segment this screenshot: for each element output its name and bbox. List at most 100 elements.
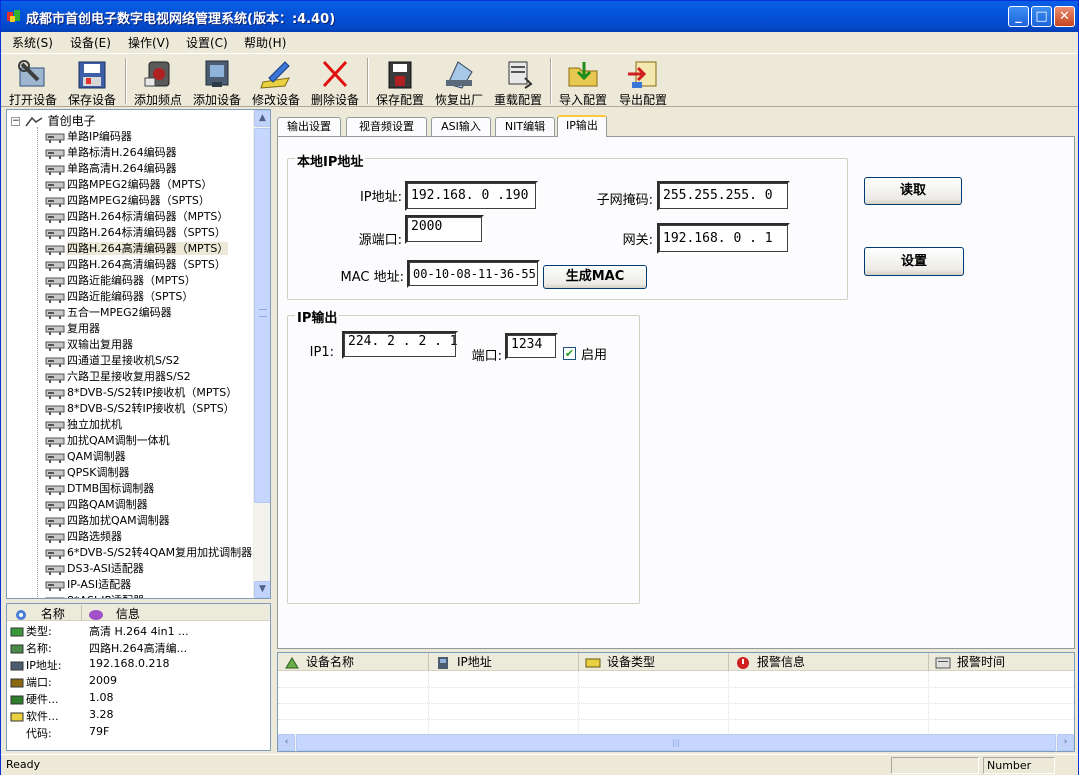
tree-item[interactable]: 四路H.264高清编码器（MPTS） [45, 240, 229, 256]
tree-item[interactable]: 单路高清H.264编码器 [45, 160, 177, 176]
ip1-input[interactable]: 224. 2 . 2 . 1 [342, 331, 458, 359]
grid-line [278, 719, 1074, 720]
set-button[interactable]: 设置 [864, 247, 964, 276]
tree-item[interactable]: 6*DVB-S/S2转4QAM复用加扰调制器 [45, 544, 252, 560]
tab-ip-output[interactable]: IP输出 [557, 115, 607, 137]
alarm-col-alarm-time[interactable]: 报警时间 [929, 653, 1074, 671]
import-config-button[interactable]: 导入配置 [555, 56, 611, 107]
subnet-mask-input[interactable]: 255.255.255. 0 [657, 181, 790, 211]
tree-item[interactable]: QPSK调制器 [45, 464, 130, 480]
tree-vertical-scrollbar[interactable]: ▲ ▼ [253, 110, 270, 598]
tree-item[interactable]: 8*DVB-S/S2转IP接收机（SPTS） [45, 400, 235, 416]
add-frequency-button[interactable]: 添加频点 [130, 56, 186, 107]
tab-output-settings[interactable]: 输出设置 [277, 117, 341, 136]
tree-root[interactable]: − 首创电子 [11, 112, 96, 128]
tree-item[interactable]: 六路卫星接收复用器S/S2 [45, 368, 191, 384]
add-device-button[interactable]: 添加设备 [188, 56, 246, 107]
tree-item[interactable]: 四路近能编码器（SPTS） [45, 288, 193, 304]
info-key: 类型: [9, 623, 89, 639]
tree-item-label: 8*DVB-S/S2转IP接收机（MPTS） [67, 386, 238, 399]
close-button[interactable]: ✕ [1054, 6, 1075, 27]
ip-address-input[interactable]: 192.168. 0 .190 [405, 181, 538, 211]
hardware-icon [10, 695, 24, 705]
menu-settings[interactable]: 设置(C) [186, 34, 228, 51]
mac-address-input[interactable]: 00-10-08-11-36-55 [407, 260, 540, 288]
tree-item[interactable]: 双输出复用器 [45, 336, 133, 352]
edit-device-icon [260, 61, 290, 89]
alarm-col-alarm-info-label: 报警信息 [757, 655, 806, 669]
tree-item[interactable]: 四路选频器 [45, 528, 122, 544]
reload-config-icon [508, 61, 533, 89]
reload-config-button[interactable]: 重载配置 [490, 56, 546, 107]
collapse-icon[interactable]: − [11, 117, 20, 126]
alarm-header: 设备名称 IP地址 设备类型 报警信息 报警时间 [278, 653, 1074, 671]
save-config-button[interactable]: 保存配置 [372, 56, 428, 107]
save-device-button[interactable]: 保存设备 [64, 56, 120, 107]
tab-video-audio-settings[interactable]: 视音频设置 [346, 117, 427, 136]
info-key-label: IP地址: [26, 659, 62, 672]
alarm-col-ip-address[interactable]: IP地址 [429, 653, 579, 671]
tab-nit-edit[interactable]: NIT编辑 [495, 117, 555, 136]
menu-system[interactable]: 系统(S) [12, 34, 53, 51]
tree-item[interactable]: 8*DVB-S/S2转IP接收机（MPTS） [45, 384, 237, 400]
tree-item[interactable]: 四路H.264标清编码器（MPTS） [45, 208, 228, 224]
tree-item[interactable]: 单路标清H.264编码器 [45, 144, 177, 160]
menu-device[interactable]: 设备(E) [70, 34, 111, 51]
tree-item[interactable]: IP-ASI适配器 [45, 576, 131, 592]
alarm-col-alarm-info[interactable]: 报警信息 [729, 653, 929, 671]
scroll-right-button[interactable]: › [1057, 734, 1074, 751]
info-col-name[interactable]: 名称 [13, 605, 65, 622]
tree-item[interactable]: 四路H.264标清编码器（SPTS） [45, 224, 226, 240]
open-device-label: 打开设备 [8, 93, 57, 107]
scroll-down-button[interactable]: ▼ [254, 581, 270, 598]
tree-item[interactable]: 加扰QAM调制一体机 [45, 432, 170, 448]
open-device-button[interactable]: 打开设备 [5, 56, 61, 107]
title-bar[interactable]: 成都市首创电子数字电视网络管理系统(版本：:4.40) _ □ ✕ [1, 1, 1078, 32]
tree-item-label: 6*DVB-S/S2转4QAM复用加扰调制器 [67, 546, 253, 559]
edit-device-button[interactable]: 修改设备 [248, 56, 304, 107]
tree-item[interactable]: 五合一MPEG2编码器 [45, 304, 172, 320]
tree-item-label: 四路MPEG2编码器（MPTS） [67, 178, 213, 191]
tree-item-label: 独立加扰机 [67, 418, 122, 431]
generate-mac-button[interactable]: 生成MAC [543, 265, 647, 289]
enable-checkbox[interactable]: ✔ [563, 347, 576, 360]
mac-address-label: MAC 地址: [340, 270, 404, 285]
tree-item[interactable]: 8*ASI-IP适配器 [45, 592, 144, 598]
scroll-left-button[interactable]: ‹ [278, 734, 295, 751]
tree-item[interactable]: 复用器 [45, 320, 100, 336]
menu-operation[interactable]: 操作(V) [128, 34, 170, 51]
scroll-up-button[interactable]: ▲ [254, 110, 270, 127]
tab-asi-input[interactable]: ASI输入 [431, 117, 491, 136]
alarm-horizontal-scrollbar[interactable]: ‹ ||| › [278, 734, 1074, 751]
tree-item[interactable]: 四路H.264高清编码器（SPTS） [45, 256, 226, 272]
tree-item[interactable]: 四路加扰QAM调制器 [45, 512, 170, 528]
tree-item[interactable]: DS3-ASI适配器 [45, 560, 144, 576]
read-button[interactable]: 读取 [864, 177, 962, 205]
gateway-input[interactable]: 192.168. 0 . 1 [657, 223, 790, 254]
tree-item[interactable]: 独立加扰机 [45, 416, 122, 432]
delete-device-button[interactable]: 删除设备 [307, 56, 363, 107]
minimize-button[interactable]: _ [1008, 6, 1029, 27]
source-port-input[interactable]: 2000 [405, 215, 484, 244]
device-icon [45, 341, 65, 351]
tree-item[interactable]: 四路近能编码器（MPTS） [45, 272, 196, 288]
horizontal-scroll-thumb[interactable]: ||| [296, 734, 1056, 751]
tree-item[interactable]: 四路MPEG2编码器（SPTS） [45, 192, 210, 208]
tree-item[interactable]: 四路QAM调制器 [45, 496, 148, 512]
edit-device-label: 修改设备 [251, 93, 300, 107]
tree-item[interactable]: 四通道卫星接收机S/S2 [45, 352, 180, 368]
alarm-col-device-type[interactable]: 设备类型 [579, 653, 729, 671]
tree-item[interactable]: QAM调制器 [45, 448, 126, 464]
info-col-info[interactable]: 信息 [81, 605, 140, 621]
scroll-thumb[interactable] [254, 128, 270, 503]
output-port-input[interactable]: 1234 [505, 333, 558, 360]
tree-item[interactable]: DTMB国标调制器 [45, 480, 154, 496]
menu-help[interactable]: 帮助(H) [244, 34, 286, 51]
maximize-button[interactable]: □ [1031, 6, 1052, 27]
factory-reset-button[interactable]: 恢复出厂 [431, 56, 487, 107]
tree-item[interactable]: 四路MPEG2编码器（MPTS） [45, 176, 212, 192]
export-config-button[interactable]: 导出配置 [615, 56, 671, 107]
minimize-icon: _ [1015, 9, 1022, 24]
tree-item[interactable]: 单路IP编码器 [45, 128, 132, 144]
alarm-col-device-name[interactable]: 设备名称 [278, 653, 429, 671]
